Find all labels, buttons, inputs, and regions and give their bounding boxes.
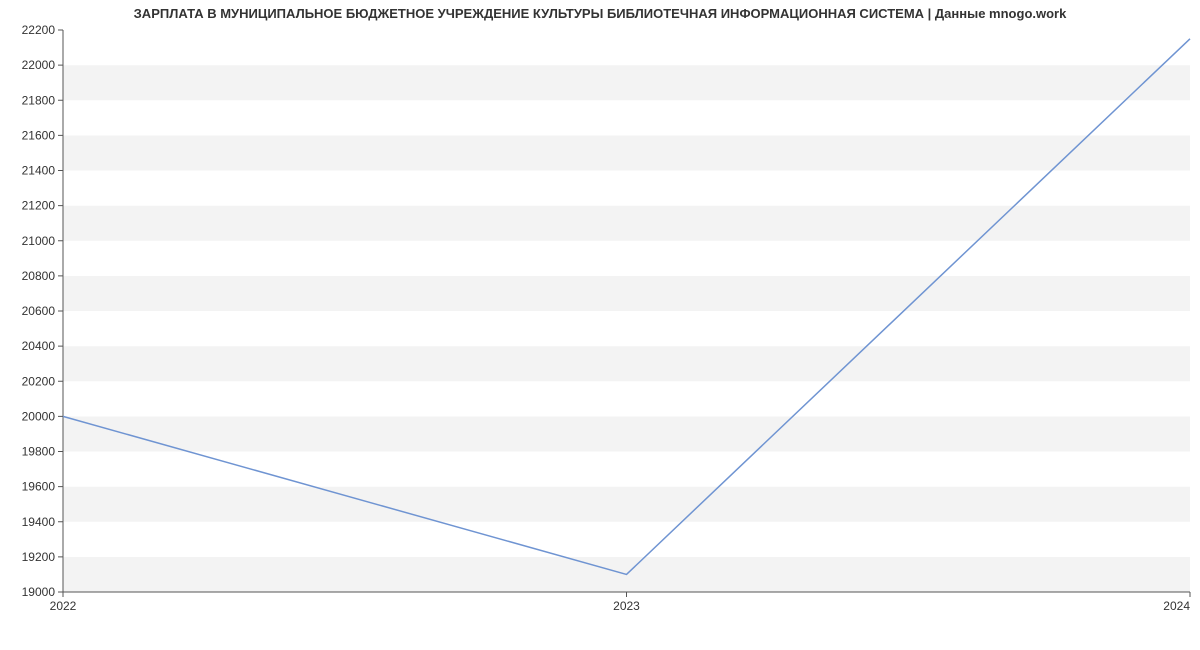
grid-band bbox=[63, 100, 1190, 135]
grid-band bbox=[63, 135, 1190, 170]
y-tick-label: 19800 bbox=[22, 445, 56, 459]
x-tick-label: 2022 bbox=[50, 599, 77, 613]
grid-band bbox=[63, 381, 1190, 416]
y-tick-label: 20600 bbox=[22, 304, 56, 318]
y-tick-label: 22200 bbox=[22, 23, 56, 37]
grid-band bbox=[63, 311, 1190, 346]
y-tick-label: 20400 bbox=[22, 339, 56, 353]
y-tick-label: 19400 bbox=[22, 515, 56, 529]
grid-band bbox=[63, 522, 1190, 557]
grid-band bbox=[63, 276, 1190, 311]
y-tick-label: 19600 bbox=[22, 480, 56, 494]
y-tick-label: 21600 bbox=[22, 128, 56, 142]
grid-band bbox=[63, 346, 1190, 381]
y-tick-label: 21800 bbox=[22, 93, 56, 107]
chart-svg: 19000 19200 19400 19600 19800 20000 20200 20400… bbox=[0, 0, 1200, 650]
y-tick-label: 22000 bbox=[22, 58, 56, 72]
y-tick-label: 21000 bbox=[22, 234, 56, 248]
grid-band bbox=[63, 487, 1190, 522]
x-tick-label: 2023 bbox=[613, 599, 640, 613]
grid-band bbox=[63, 452, 1190, 487]
salary-line-chart: ЗАРПЛАТА В МУНИЦИПАЛЬНОЕ БЮДЖЕТНОЕ УЧРЕЖ… bbox=[0, 0, 1200, 650]
y-tick-label: 19000 bbox=[22, 585, 56, 599]
y-tick-label: 21200 bbox=[22, 199, 56, 213]
x-tick-label: 2024 bbox=[1163, 599, 1190, 613]
y-tick-label: 20200 bbox=[22, 374, 56, 388]
y-tick-label: 19200 bbox=[22, 550, 56, 564]
grid-band bbox=[63, 206, 1190, 241]
y-tick-label: 20000 bbox=[22, 409, 56, 423]
grid-band bbox=[63, 65, 1190, 100]
grid-band bbox=[63, 241, 1190, 276]
y-tick-label: 21400 bbox=[22, 164, 56, 178]
grid-band bbox=[63, 416, 1190, 451]
y-tick-label: 20800 bbox=[22, 269, 56, 283]
grid-band bbox=[63, 30, 1190, 65]
